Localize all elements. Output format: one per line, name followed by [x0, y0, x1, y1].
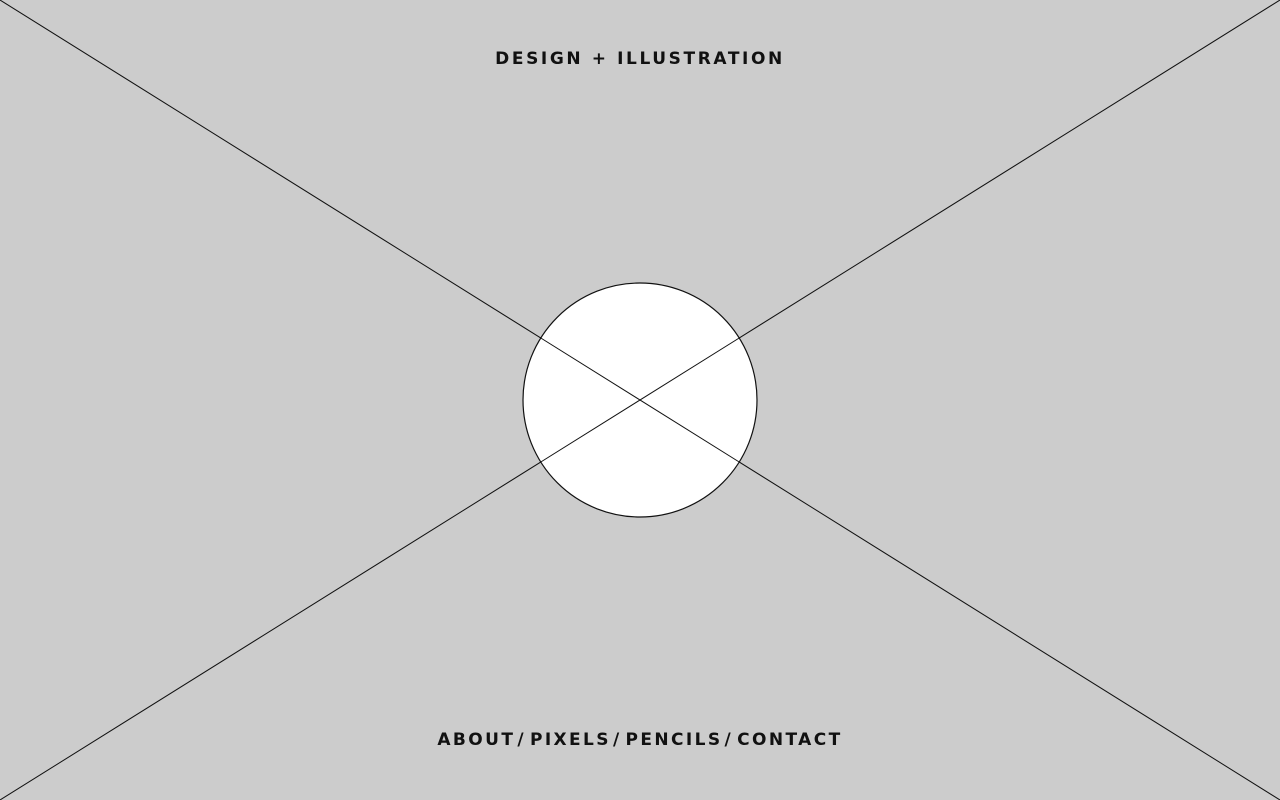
site-tagline: DESIGN + ILLUSTRATION — [495, 49, 785, 69]
nav-separator: / — [724, 730, 734, 750]
background-illustration — [0, 0, 1280, 800]
nav-link-pencils[interactable]: PENCILS — [626, 730, 723, 750]
page-root: DESIGN + ILLUSTRATION ABOUT / PIXELS / PENCI… — [0, 0, 1280, 800]
nav-link-about[interactable]: ABOUT — [437, 730, 515, 750]
nav-separator: / — [612, 730, 622, 750]
nav-link-pixels[interactable]: PIXELS — [530, 730, 611, 750]
nav-separator: / — [517, 730, 526, 750]
nav-link-contact[interactable]: CONTACT — [737, 730, 842, 750]
main-navigation: ABOUT / PIXELS / PENCILS / CONTACT — [0, 729, 1280, 751]
